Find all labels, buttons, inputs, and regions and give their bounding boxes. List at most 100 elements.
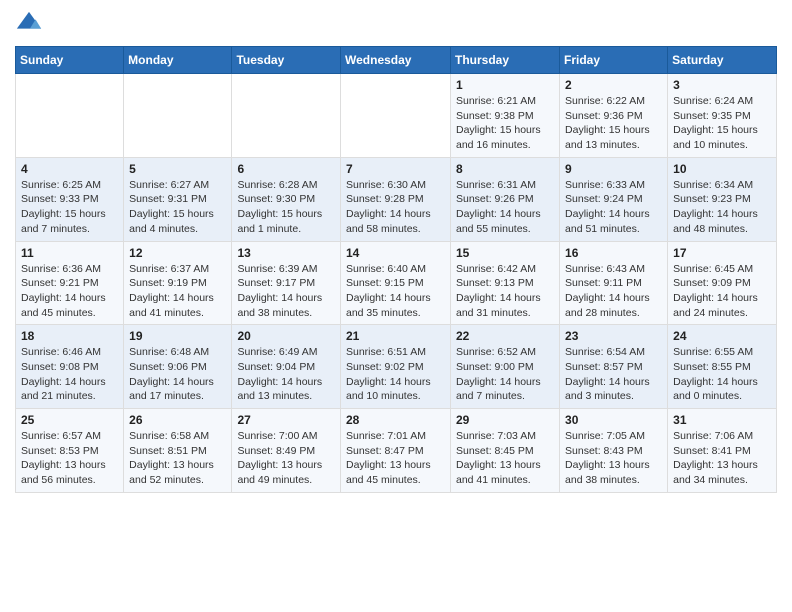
calendar-cell <box>341 74 451 158</box>
calendar-cell: 3Sunrise: 6:24 AMSunset: 9:35 PMDaylight… <box>668 74 777 158</box>
week-row-1: 1 Sunrise: 6:21 AMSunset: 9:38 PMDaylight… <box>16 74 777 158</box>
day-number: 26 <box>129 413 226 427</box>
day-number: 27 <box>237 413 335 427</box>
calendar-cell: 22 Sunrise: 6:52 AMSunset: 9:00 PMDayligh… <box>451 325 560 409</box>
day-info: Sunrise: 6:21 AMSunset: 9:38 PMDaylight:… <box>456 94 554 153</box>
calendar-header: SundayMondayTuesdayWednesdayThursdayFrid… <box>16 47 777 74</box>
day-number: 28 <box>346 413 445 427</box>
day-number: 18 <box>21 329 118 343</box>
day-info: Sunrise: 6:30 AMSunset: 9:28 PMDaylight:… <box>346 178 445 237</box>
day-info: Sunrise: 6:55 AMSunset: 8:55 PMDaylight:… <box>673 345 771 404</box>
day-number: 2 <box>565 78 662 92</box>
calendar-cell: 25 Sunrise: 6:57 AMSunset: 8:53 PMDayligh… <box>16 409 124 493</box>
day-info: Sunrise: 7:00 AMSunset: 8:49 PMDaylight:… <box>237 429 335 488</box>
day-number: 21 <box>346 329 445 343</box>
day-number: 25 <box>21 413 118 427</box>
day-number: 1 <box>456 78 554 92</box>
calendar-cell: 2 Sunrise: 6:22 AMSunset: 9:36 PMDaylight… <box>560 74 668 158</box>
day-info: Sunrise: 6:33 AMSunset: 9:24 PMDaylight:… <box>565 178 662 237</box>
day-header-row: SundayMondayTuesdayWednesdayThursdayFrid… <box>16 47 777 74</box>
calendar-cell <box>232 74 341 158</box>
day-number: 9 <box>565 162 662 176</box>
day-info: Sunrise: 6:24 AMSunset: 9:35 PMDaylight:… <box>673 94 771 153</box>
day-number: 20 <box>237 329 335 343</box>
day-info: Sunrise: 6:22 AMSunset: 9:36 PMDaylight:… <box>565 94 662 153</box>
day-info: Sunrise: 6:51 AMSunset: 9:02 PMDaylight:… <box>346 345 445 404</box>
day-info: Sunrise: 7:03 AMSunset: 8:45 PMDaylight:… <box>456 429 554 488</box>
day-number: 4 <box>21 162 118 176</box>
week-row-2: 4 Sunrise: 6:25 AMSunset: 9:33 PMDaylight… <box>16 157 777 241</box>
day-number: 22 <box>456 329 554 343</box>
day-info: Sunrise: 6:40 AMSunset: 9:15 PMDaylight:… <box>346 262 445 321</box>
calendar-cell: 12 Sunrise: 6:37 AMSunset: 9:19 PMDayligh… <box>124 241 232 325</box>
day-number: 11 <box>21 246 118 260</box>
day-info: Sunrise: 6:27 AMSunset: 9:31 PMDaylight:… <box>129 178 226 237</box>
day-info: Sunrise: 6:58 AMSunset: 8:51 PMDaylight:… <box>129 429 226 488</box>
calendar-cell: 31 Sunrise: 7:06 AMSunset: 8:41 PMDayligh… <box>668 409 777 493</box>
day-info: Sunrise: 6:36 AMSunset: 9:21 PMDaylight:… <box>21 262 118 321</box>
day-info: Sunrise: 6:57 AMSunset: 8:53 PMDaylight:… <box>21 429 118 488</box>
day-info: Sunrise: 6:25 AMSunset: 9:33 PMDaylight:… <box>21 178 118 237</box>
calendar-cell: 17 Sunrise: 6:45 AMSunset: 9:09 PMDayligh… <box>668 241 777 325</box>
calendar-cell: 10 Sunrise: 6:34 AMSunset: 9:23 PMDayligh… <box>668 157 777 241</box>
day-number: 13 <box>237 246 335 260</box>
calendar-cell: 24 Sunrise: 6:55 AMSunset: 8:55 PMDayligh… <box>668 325 777 409</box>
week-row-3: 11 Sunrise: 6:36 AMSunset: 9:21 PMDayligh… <box>16 241 777 325</box>
calendar-cell: 18 Sunrise: 6:46 AMSunset: 9:08 PMDayligh… <box>16 325 124 409</box>
calendar-cell: 26 Sunrise: 6:58 AMSunset: 8:51 PMDayligh… <box>124 409 232 493</box>
day-info: Sunrise: 7:05 AMSunset: 8:43 PMDaylight:… <box>565 429 662 488</box>
day-header-friday: Friday <box>560 47 668 74</box>
day-number: 8 <box>456 162 554 176</box>
calendar-cell: 23 Sunrise: 6:54 AMSunset: 8:57 PMDayligh… <box>560 325 668 409</box>
day-info: Sunrise: 6:43 AMSunset: 9:11 PMDaylight:… <box>565 262 662 321</box>
day-info: Sunrise: 6:45 AMSunset: 9:09 PMDaylight:… <box>673 262 771 321</box>
day-number: 19 <box>129 329 226 343</box>
logo <box>15 10 47 38</box>
day-info: Sunrise: 7:01 AMSunset: 8:47 PMDaylight:… <box>346 429 445 488</box>
calendar-cell: 5Sunrise: 6:27 AMSunset: 9:31 PMDaylight… <box>124 157 232 241</box>
calendar-cell: 21 Sunrise: 6:51 AMSunset: 9:02 PMDayligh… <box>341 325 451 409</box>
day-info: Sunrise: 6:31 AMSunset: 9:26 PMDaylight:… <box>456 178 554 237</box>
day-info: Sunrise: 6:46 AMSunset: 9:08 PMDaylight:… <box>21 345 118 404</box>
day-number: 23 <box>565 329 662 343</box>
day-info: Sunrise: 7:06 AMSunset: 8:41 PMDaylight:… <box>673 429 771 488</box>
calendar-cell: 20 Sunrise: 6:49 AMSunset: 9:04 PMDayligh… <box>232 325 341 409</box>
day-header-tuesday: Tuesday <box>232 47 341 74</box>
day-number: 12 <box>129 246 226 260</box>
week-row-5: 25 Sunrise: 6:57 AMSunset: 8:53 PMDayligh… <box>16 409 777 493</box>
calendar-cell <box>124 74 232 158</box>
day-info: Sunrise: 6:52 AMSunset: 9:00 PMDaylight:… <box>456 345 554 404</box>
day-number: 10 <box>673 162 771 176</box>
day-header-monday: Monday <box>124 47 232 74</box>
day-number: 17 <box>673 246 771 260</box>
day-number: 31 <box>673 413 771 427</box>
day-info: Sunrise: 6:39 AMSunset: 9:17 PMDaylight:… <box>237 262 335 321</box>
day-header-wednesday: Wednesday <box>341 47 451 74</box>
page-header <box>15 10 777 38</box>
day-info: Sunrise: 6:48 AMSunset: 9:06 PMDaylight:… <box>129 345 226 404</box>
day-header-sunday: Sunday <box>16 47 124 74</box>
day-header-thursday: Thursday <box>451 47 560 74</box>
day-info: Sunrise: 6:42 AMSunset: 9:13 PMDaylight:… <box>456 262 554 321</box>
week-row-4: 18 Sunrise: 6:46 AMSunset: 9:08 PMDayligh… <box>16 325 777 409</box>
day-number: 15 <box>456 246 554 260</box>
day-info: Sunrise: 6:37 AMSunset: 9:19 PMDaylight:… <box>129 262 226 321</box>
calendar-cell: 1 Sunrise: 6:21 AMSunset: 9:38 PMDaylight… <box>451 74 560 158</box>
calendar-cell: 14Sunrise: 6:40 AMSunset: 9:15 PMDayligh… <box>341 241 451 325</box>
calendar-cell: 30Sunrise: 7:05 AMSunset: 8:43 PMDayligh… <box>560 409 668 493</box>
day-info: Sunrise: 6:54 AMSunset: 8:57 PMDaylight:… <box>565 345 662 404</box>
day-info: Sunrise: 6:34 AMSunset: 9:23 PMDaylight:… <box>673 178 771 237</box>
calendar-cell <box>16 74 124 158</box>
day-header-saturday: Saturday <box>668 47 777 74</box>
calendar-cell: 15 Sunrise: 6:42 AMSunset: 9:13 PMDayligh… <box>451 241 560 325</box>
day-info: Sunrise: 6:49 AMSunset: 9:04 PMDaylight:… <box>237 345 335 404</box>
calendar-cell: 11 Sunrise: 6:36 AMSunset: 9:21 PMDayligh… <box>16 241 124 325</box>
logo-icon <box>15 10 43 38</box>
day-number: 24 <box>673 329 771 343</box>
calendar-body: 1 Sunrise: 6:21 AMSunset: 9:38 PMDaylight… <box>16 74 777 493</box>
calendar-table: SundayMondayTuesdayWednesdayThursdayFrid… <box>15 46 777 493</box>
day-info: Sunrise: 6:28 AMSunset: 9:30 PMDaylight:… <box>237 178 335 237</box>
calendar-cell: 16Sunrise: 6:43 AMSunset: 9:11 PMDayligh… <box>560 241 668 325</box>
day-number: 6 <box>237 162 335 176</box>
day-number: 29 <box>456 413 554 427</box>
